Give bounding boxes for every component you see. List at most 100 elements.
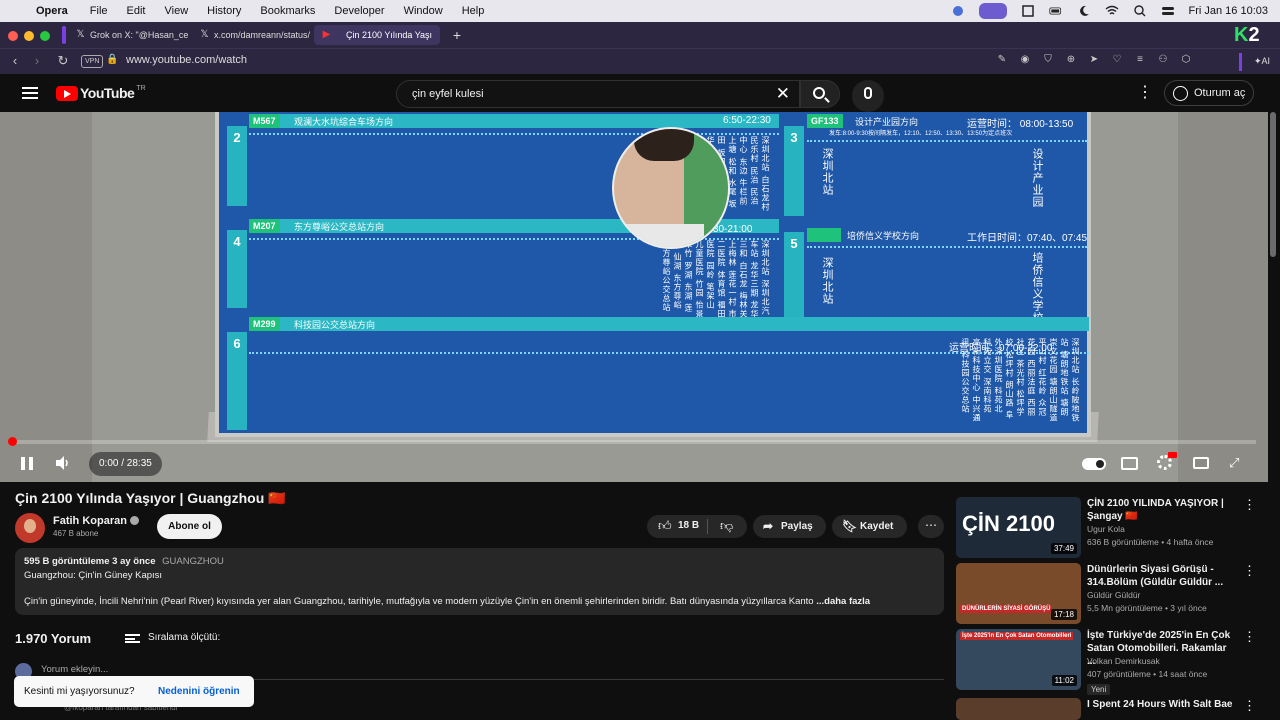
video-thumbnail[interactable]: DÜNÜRLERİN SİYASİ GÖRÜŞÜ 17:18 (956, 563, 1081, 624)
dislike-icon[interactable]: 👎︎ (720, 518, 733, 534)
recommended-video[interactable]: ÇİN 2100 37:49 ÇİN 2100 YILINDA YAŞIYOR … (956, 497, 1256, 563)
tab-label: Grok on X: "@Hasan_ce (90, 30, 188, 40)
grid-icon[interactable] (1021, 5, 1035, 17)
sort-button[interactable]: Sıralama ölçütü: (125, 632, 220, 643)
tab-x-status[interactable]: 𝕏 x.com/damreann/status/ (192, 25, 310, 45)
channel-name[interactable]: Fatih Koparan (53, 515, 127, 527)
clear-search-icon[interactable]: ✕ (776, 84, 790, 104)
recommended-video[interactable]: DÜNÜRLERİN SİYASİ GÖRÜŞÜ 17:18 Dünürleri… (956, 563, 1256, 629)
description-body: Çin'in güneyinde, İncili Nehri'nin (Pear… (24, 596, 870, 607)
status-circle-icon[interactable] (951, 5, 965, 17)
share-button[interactable]: ➦ Paylaş (753, 515, 826, 538)
video-title: Çin 2100 Yılında Yaşıyor | Guangzhou 🇨🇳 (15, 490, 286, 506)
control-center-icon[interactable] (1161, 5, 1175, 17)
reload-icon[interactable]: ↻ (54, 52, 72, 70)
minimize-window-icon[interactable] (24, 31, 34, 41)
autoplay-toggle[interactable] (1082, 458, 1106, 470)
recommended-more-icon[interactable]: ⋮ (1243, 629, 1256, 645)
like-divider (707, 519, 708, 534)
menu-view[interactable]: View (165, 5, 189, 17)
recommended-more-icon[interactable]: ⋮ (1243, 497, 1256, 513)
tab-grok[interactable]: 𝕏 Grok on X: "@Hasan_ce (68, 25, 188, 45)
new-tab-button[interactable]: + (450, 26, 464, 44)
send-icon[interactable]: ➤ (1088, 53, 1100, 67)
toast-learn-more-link[interactable]: Nedenini öğrenin (158, 686, 240, 697)
guide-menu-icon[interactable] (22, 87, 38, 99)
more-actions-button[interactable]: ⋯ (918, 515, 944, 538)
menu-window[interactable]: Window (404, 5, 443, 17)
comment-input[interactable]: Yorum ekleyin... (41, 664, 108, 675)
camera-icon[interactable]: ◉ (1019, 53, 1031, 67)
translate-icon[interactable]: ⊕ (1065, 53, 1077, 67)
stage-manager-icon[interactable] (978, 3, 1007, 19)
spotlight-search-icon[interactable] (1133, 5, 1147, 17)
cube-icon[interactable]: ⬡ (1180, 53, 1192, 67)
fullscreen-icon[interactable]: ⤢ (1229, 456, 1243, 470)
show-more-link[interactable]: ...daha fazla (816, 596, 870, 607)
theater-mode-icon[interactable] (1193, 457, 1209, 469)
recommended-title[interactable]: I Spent 24 Hours With Salt Bae (1087, 698, 1237, 711)
voice-search-button[interactable] (852, 80, 884, 112)
url-field[interactable]: www.youtube.com/watch (126, 54, 247, 66)
lock-icon[interactable]: 🔒 (106, 54, 118, 65)
close-window-icon[interactable] (8, 31, 18, 41)
settings-more-icon[interactable]: ⋮ (1137, 84, 1153, 102)
moon-icon[interactable] (1077, 5, 1091, 17)
tab-youtube-active[interactable]: ▶ Çin 2100 Yılında Yaşı (314, 25, 440, 45)
heart-icon[interactable]: ♡ (1111, 53, 1123, 67)
edit-icon[interactable]: ✎ (996, 53, 1008, 67)
subtitles-icon[interactable] (1121, 457, 1138, 470)
menu-bookmarks[interactable]: Bookmarks (260, 5, 315, 17)
volume-icon[interactable] (55, 455, 71, 471)
battery-icon[interactable] (1048, 5, 1063, 17)
like-icon[interactable]: 👍︎ (658, 518, 672, 534)
video-thumbnail[interactable]: İşte 2025'in En Çok Satan Otomobilleri 1… (956, 629, 1081, 690)
page-scrollbar[interactable] (1270, 112, 1276, 257)
menu-app[interactable]: Opera (36, 5, 68, 17)
verified-icon (130, 516, 139, 525)
thumbnail-text: İşte 2025'in En Çok Satan Otomobilleri (960, 632, 1074, 640)
recommended-video[interactable]: İşte 2025'in En Çok Satan Otomobilleri 1… (956, 629, 1256, 695)
board-route-bar: M567 观澜大水坑综合车场方向 6:50-22:30 (249, 114, 779, 128)
menu-file[interactable]: File (90, 5, 108, 17)
save-button[interactable]: 🔖︎ Kaydet (832, 515, 907, 538)
recommended-title[interactable]: Dünürlerin Siyasi Görüşü - 314.Bölüm (Gü… (1087, 563, 1237, 589)
hashtag-link[interactable]: GUANGZHOU (162, 556, 224, 567)
zoom-window-icon[interactable] (40, 31, 50, 41)
channel-avatar[interactable] (15, 513, 45, 543)
subscribe-button[interactable]: Abone ol (157, 514, 222, 539)
video-player[interactable]: 2 M567 观澜大水坑综合车场方向 6:50-22:30 深圳北站 白石龙村 … (0, 112, 1268, 482)
menu-edit[interactable]: Edit (127, 5, 146, 17)
recommended-title[interactable]: ÇİN 2100 YILINDA YAŞIYOR | Şangay 🇨🇳 (1087, 497, 1237, 523)
signin-button[interactable]: Oturum aç (1164, 80, 1254, 106)
menu-help[interactable]: Help (462, 5, 485, 17)
ai-button[interactable]: ✦AI (1250, 53, 1274, 70)
recommended-channel: Volkan Demirkusak (1087, 656, 1160, 666)
vpn-badge[interactable]: VPN (81, 55, 104, 68)
recommended-channel: Güldür Güldür (1087, 590, 1141, 600)
pause-icon[interactable] (21, 457, 33, 470)
menu-lines-icon[interactable]: ≡ (1134, 53, 1146, 67)
like-count[interactable]: 18 B (678, 520, 699, 531)
recommended-more-icon[interactable]: ⋮ (1243, 563, 1256, 579)
search-button[interactable] (800, 80, 840, 108)
account-icon[interactable]: ⚇ (1157, 53, 1169, 67)
back-icon[interactable]: ‹ (6, 52, 24, 70)
video-thumbnail[interactable]: ÇİN 2100 37:49 (956, 497, 1081, 558)
shield-icon[interactable]: ⛉ (1042, 53, 1054, 67)
video-thumbnail[interactable] (956, 698, 1081, 720)
recommended-video[interactable]: I Spent 24 Hours With Salt Bae ⋮ (956, 698, 1256, 720)
wifi-icon[interactable] (1105, 5, 1119, 17)
description-box[interactable]: 595 B görüntüleme 3 ay önce GUANGZHOU Gu… (15, 548, 944, 615)
youtube-logo[interactable]: YouTube TR (56, 85, 146, 101)
recommended-more-icon[interactable]: ⋮ (1243, 698, 1256, 714)
progress-bar[interactable] (8, 437, 1256, 446)
menubar-clock[interactable]: Fri Jan 16 10:03 (1189, 5, 1269, 17)
menu-history[interactable]: History (207, 5, 241, 17)
menu-developer[interactable]: Developer (334, 5, 384, 17)
board-route-number: 5 (784, 232, 804, 330)
forward-icon[interactable]: › (28, 52, 46, 70)
search-input[interactable]: çin eyfel kulesi ✕ (396, 80, 800, 108)
progress-scrubber[interactable] (8, 437, 17, 446)
board-route-title: 观澜大水坑综合车场方向 (294, 117, 394, 127)
